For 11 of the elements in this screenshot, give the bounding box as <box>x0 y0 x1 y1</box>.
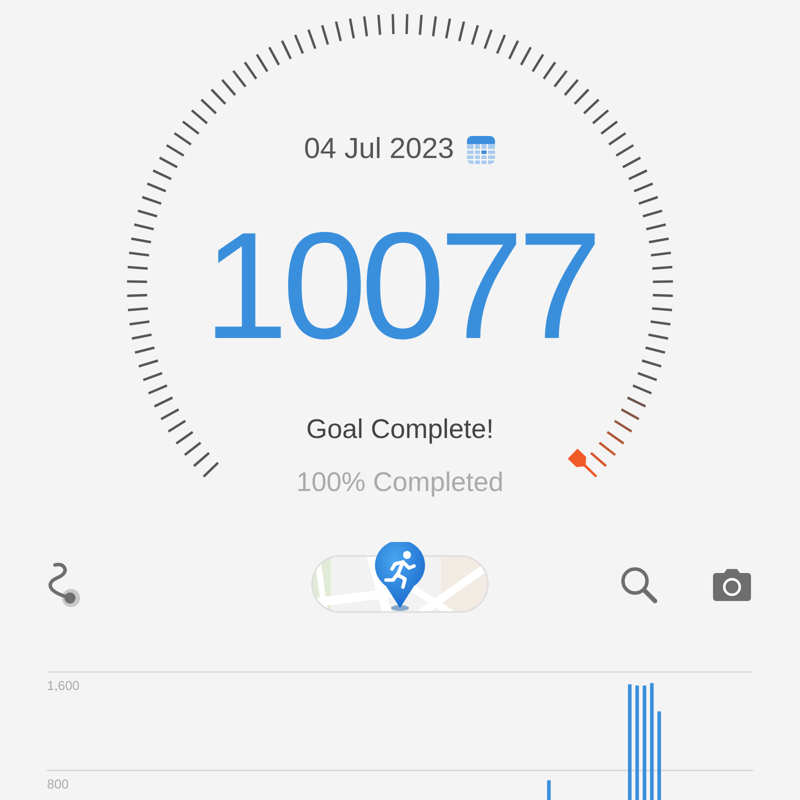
goal-status: Goal Complete! <box>306 414 494 445</box>
gauge-marker-icon <box>568 448 591 472</box>
y-axis-label: 800 <box>47 776 69 792</box>
bar <box>547 780 551 800</box>
y-axis-label: 1,600 <box>47 678 80 693</box>
date-label: 04 Jul 2023 <box>304 133 454 166</box>
search-icon[interactable] <box>619 565 659 605</box>
calendar-icon[interactable] <box>466 134 496 164</box>
step-count: 10077 <box>204 210 596 362</box>
camera-icon[interactable] <box>711 568 753 602</box>
progress-text: 100% Completed <box>296 467 504 498</box>
